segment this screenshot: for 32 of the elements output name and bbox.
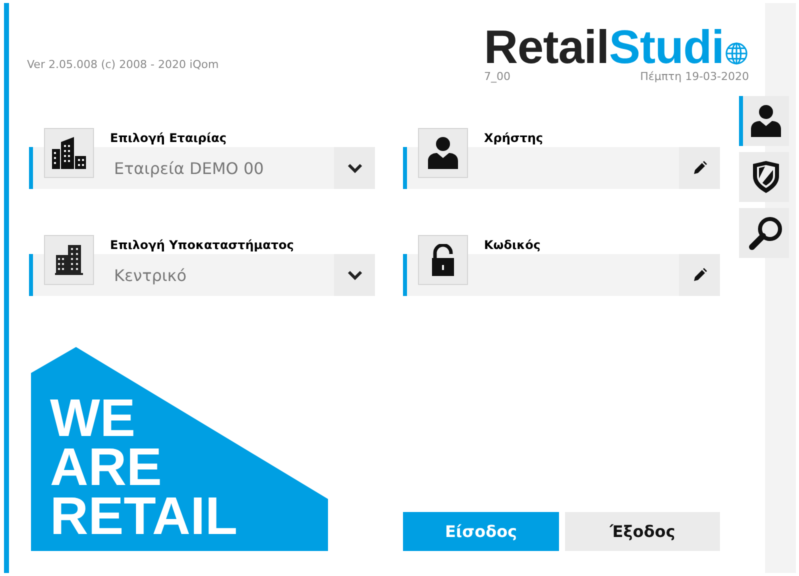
field-label: Επιλογή Υποκαταστήματος	[110, 237, 295, 254]
building-icon	[55, 245, 83, 275]
user-icon	[428, 137, 458, 169]
field-label: Επιλογή Εταιρίας	[110, 130, 228, 147]
pencil-icon	[692, 268, 706, 282]
station-code: 7_00	[484, 70, 510, 83]
user-icon	[751, 105, 781, 137]
date-text: Πέμπτη 19-03-2020	[640, 70, 749, 83]
pencil-icon	[692, 161, 706, 175]
app-logo: RetailStudi	[484, 25, 724, 69]
side-tab[interactable]	[739, 152, 789, 202]
chevron-down-icon	[346, 270, 362, 280]
slogan-text: WE	[50, 394, 136, 443]
exit-button[interactable]: Έξοδος	[565, 512, 720, 551]
slogan-text: RETAIL	[50, 492, 238, 541]
dropdown-field[interactable]: Εταιρεία DEMO 00	[94, 147, 375, 189]
field-label: Χρήστης	[484, 130, 544, 147]
slogan-text: ARE	[50, 443, 162, 492]
chevron-down-icon	[346, 163, 362, 173]
input-field[interactable]	[468, 147, 720, 189]
side-tab[interactable]	[739, 208, 789, 258]
shield-icon	[752, 160, 780, 194]
login-button[interactable]: Είσοδος	[403, 512, 559, 551]
input-field[interactable]	[468, 254, 720, 296]
search-icon	[749, 216, 783, 250]
dropdown-field[interactable]: Κεντρικό	[94, 254, 375, 296]
version-text: Ver 2.05.008 (c) 2008 - 2020 iQom	[27, 58, 219, 71]
field-label: Κωδικός	[484, 237, 542, 254]
side-tab[interactable]	[739, 96, 789, 146]
office-building-icon	[52, 137, 86, 169]
padlock-icon	[431, 244, 455, 276]
globe-icon	[724, 42, 748, 65]
